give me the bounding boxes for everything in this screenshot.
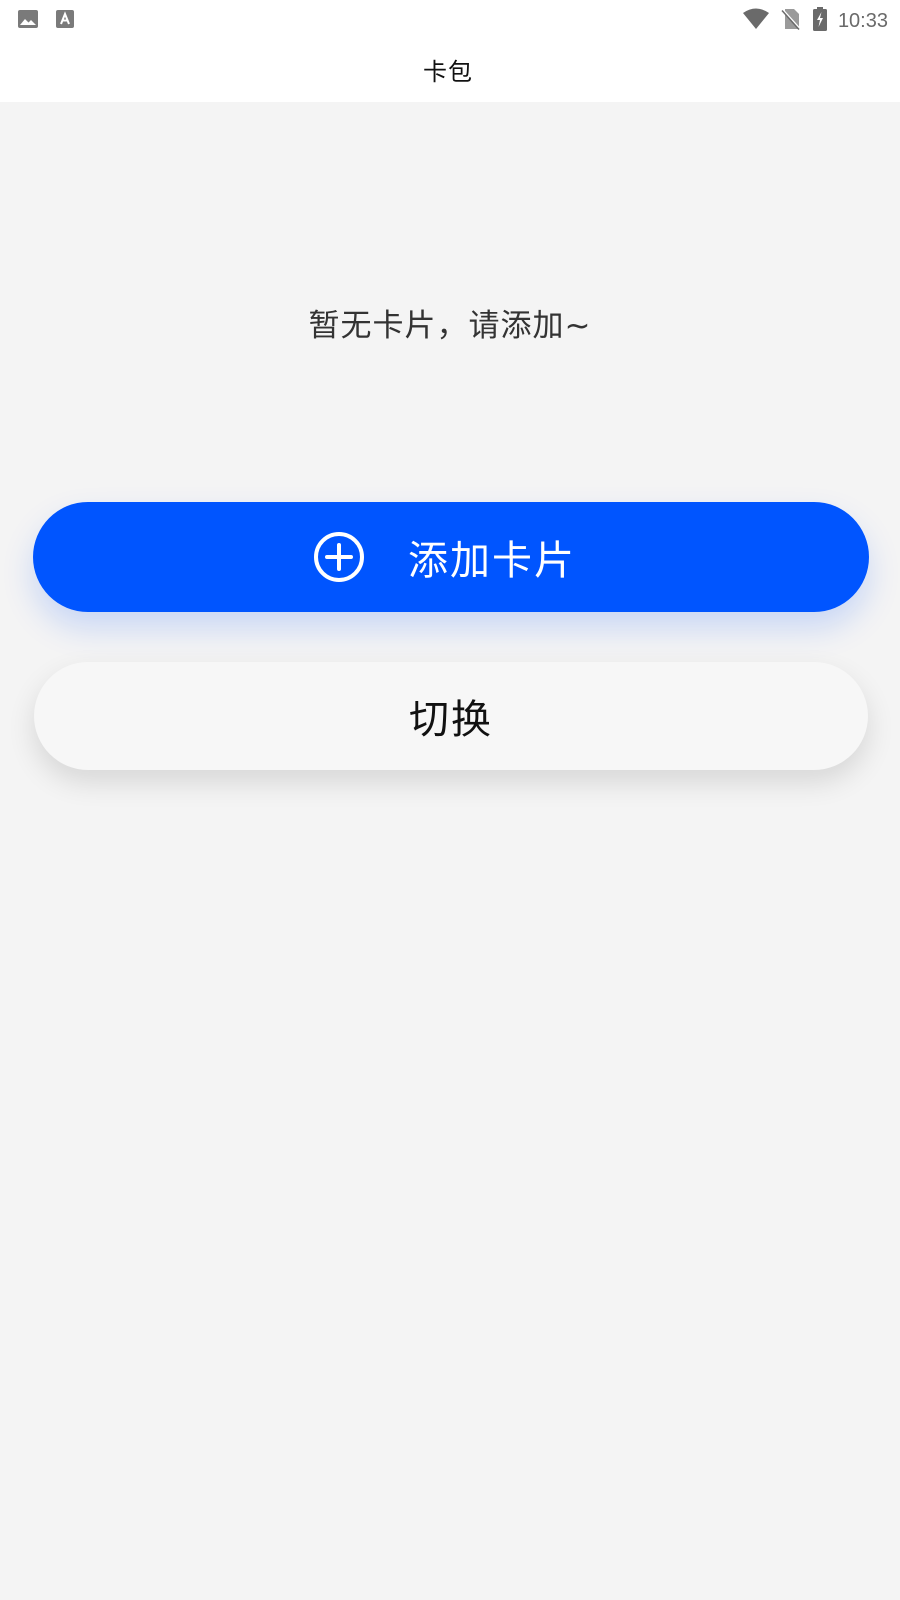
plus-circle-icon — [314, 532, 364, 582]
switch-label: 切换 — [409, 697, 493, 743]
wifi-icon — [742, 7, 770, 35]
status-bar: 10:33 — [0, 0, 900, 36]
status-time: 10:33 — [837, 10, 888, 32]
text-recognition-icon — [54, 8, 76, 34]
status-bar-left-icons — [16, 7, 76, 35]
app-bar: 卡包 — [0, 36, 900, 102]
status-bar-right-icons: 10:33 — [742, 6, 888, 36]
add-card-button[interactable]: 添加卡片 — [33, 502, 869, 612]
switch-button[interactable]: 切换 — [34, 662, 868, 770]
page-title: 卡包 — [423, 57, 473, 86]
empty-state-message: 暂无卡片，请添加~ — [308, 308, 592, 344]
image-icon — [16, 7, 40, 35]
battery-charging-icon — [812, 6, 828, 36]
add-card-label: 添加卡片 — [408, 538, 576, 584]
no-sim-icon — [780, 7, 802, 35]
